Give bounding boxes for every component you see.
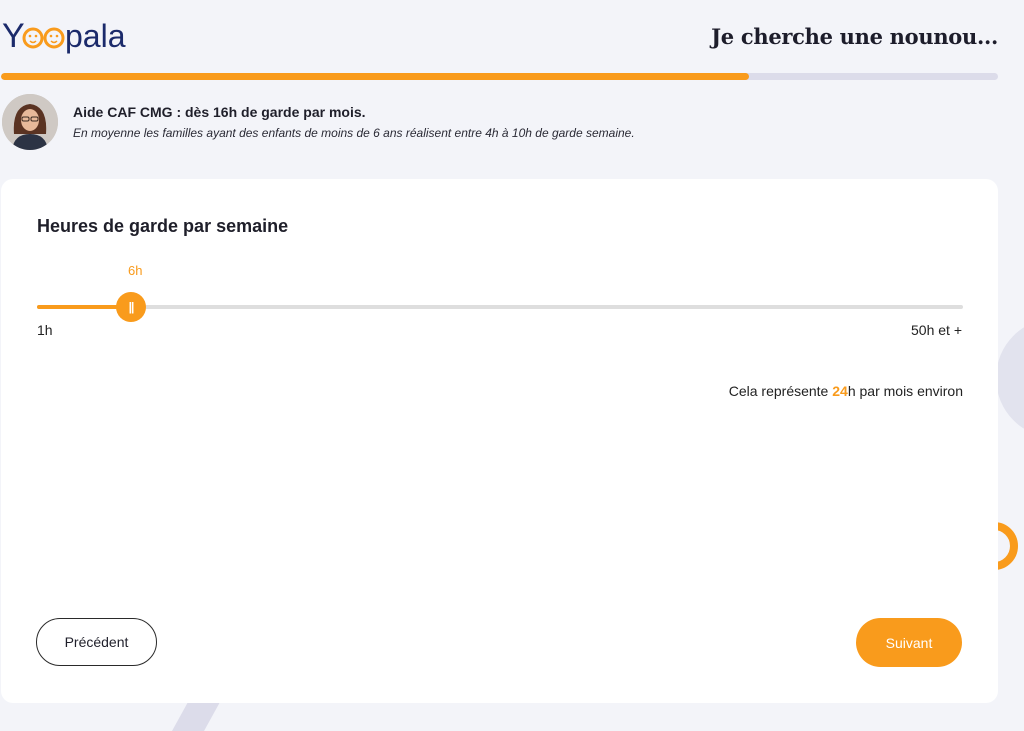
advisor-avatar <box>2 94 58 150</box>
previous-button[interactable]: Précédent <box>36 618 157 666</box>
slider-value-label: 6h <box>128 263 143 278</box>
tip-title: Aide CAF CMG : dès 16h de garde par mois… <box>73 104 366 120</box>
slider-min-label: 1h <box>37 322 53 338</box>
next-button[interactable]: Suivant <box>856 618 962 667</box>
question-card: Heures de garde par semaine 6h || 1h 50h… <box>1 179 998 703</box>
slider-max-label: 50h et + <box>911 322 962 338</box>
progress-bar <box>1 73 998 80</box>
summary-suffix: h par mois environ <box>847 383 963 399</box>
advisor-avatar-icon <box>2 94 58 150</box>
slider-track[interactable] <box>37 305 963 309</box>
header: Y pala Je cherche une nounou... <box>0 0 1024 80</box>
hours-slider[interactable]: || <box>37 292 963 322</box>
slider-thumb-grip-icon: || <box>128 300 135 314</box>
svg-text:pala: pala <box>65 18 126 54</box>
summary-value: 24 <box>832 383 848 399</box>
monthly-hours-summary: Cela représente 24h par mois environ <box>729 383 963 399</box>
summary-prefix: Cela représente <box>728 383 833 399</box>
yoopala-logo[interactable]: Y pala <box>2 14 152 58</box>
progress-bar-fill <box>1 73 749 80</box>
slider-thumb[interactable]: || <box>116 292 146 322</box>
background-decoration-grey <box>996 318 1024 438</box>
tip-text: En moyenne les familles ayant des enfant… <box>73 126 635 140</box>
background-decoration-stroke <box>172 702 220 731</box>
question-title: Heures de garde par semaine <box>37 216 289 236</box>
advisor-tip: Aide CAF CMG : dès 16h de garde par mois… <box>0 92 1000 152</box>
svg-text:Y: Y <box>2 17 25 55</box>
page-title: Je cherche une nounou... <box>711 24 998 49</box>
